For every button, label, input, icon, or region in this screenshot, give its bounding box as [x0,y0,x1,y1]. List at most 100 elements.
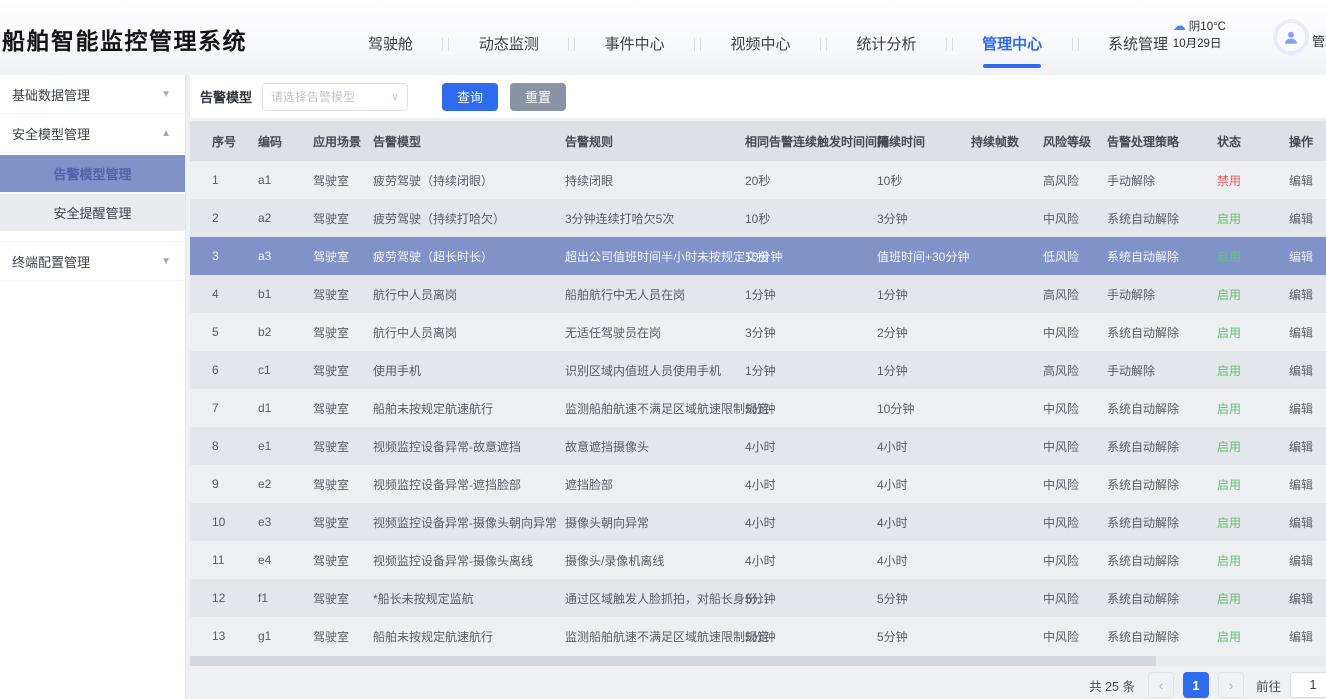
cell-action[interactable]: 编辑 [1289,552,1326,569]
cell-strategy: 系统自动解除 [1107,476,1217,493]
cell-risk: 中风险 [1043,400,1107,417]
table-row[interactable]: 6c1驾驶室使用手机识别区域内值班人员使用手机1分钟1分钟高风险手动解除启用编辑 [190,351,1326,389]
table-row[interactable]: 4b1驾驶室航行中人员离岗船舶航行中无人员在岗1分钟1分钟高风险手动解除启用编辑 [190,275,1326,313]
table-row[interactable]: 9e2驾驶室视频监控设备异常-遮挡脸部遮挡脸部4小时4小时中风险系统自动解除启用… [190,465,1326,503]
cell-action[interactable]: 编辑 [1289,400,1326,417]
chevron-down-icon: ▼ [161,89,171,100]
cell-action[interactable]: 编辑 [1289,590,1326,607]
cell-action[interactable]: 编辑 [1289,362,1326,379]
table-row[interactable]: 1a1驾驶室疲劳驾驶（持续闭眼）持续闭眼20秒10秒高风险手动解除禁用编辑 [190,161,1326,199]
prev-page-button[interactable]: ‹ [1148,672,1174,698]
cell-index: 7 [212,401,258,415]
cell-model: 船舶未按规定航速航行 [373,628,565,645]
cell-code: e3 [258,515,313,529]
sidebar-group-3[interactable]: 终端配置管理▼ [0,242,185,281]
cell-rule: 监测船舶航速不满足区域航速限制规定 [565,400,745,417]
select-placeholder: 请选择告警模型 [271,88,355,105]
cell-action[interactable]: 编辑 [1289,438,1326,455]
scrollbar-thumb[interactable] [190,656,1156,666]
cell-model: 使用手机 [373,362,565,379]
cell-action[interactable]: 编辑 [1289,476,1326,493]
page-1-button[interactable]: 1 [1183,672,1209,698]
main-content: 告警模型 请选择告警模型 ∨ 查询 重置 序号编码应用场景告警模型告警规则相同告… [190,75,1326,699]
cell-strategy: 系统自动解除 [1107,552,1217,569]
cell-interval: 5分钟 [745,590,877,607]
cell-action[interactable]: 编辑 [1289,286,1326,303]
cell-action[interactable]: 编辑 [1289,248,1326,265]
cell-action[interactable]: 编辑 [1289,210,1326,227]
nav-item-2[interactable]: 动态监测 [479,33,539,54]
cell-status: 启用 [1217,514,1289,531]
cell-code: e1 [258,439,313,453]
cell-code: e4 [258,553,313,567]
cell-risk: 高风险 [1043,286,1107,303]
nav-item-5[interactable]: 统计分析 [856,33,916,54]
table-row[interactable]: 3a3驾驶室疲劳驾驶（超长时长）超出公司值班时间半小时未按规定交接10分钟值班时… [190,237,1326,275]
cell-risk: 中风险 [1043,438,1107,455]
cell-strategy: 系统自动解除 [1107,590,1217,607]
cell-code: a3 [258,249,313,263]
nav-item-6[interactable]: 管理中心 [982,33,1042,54]
cell-strategy: 系统自动解除 [1107,514,1217,531]
nav-item-3[interactable]: 事件中心 [605,33,665,54]
sidebar-group-2[interactable]: 安全模型管理▲ [0,114,185,153]
table-row[interactable]: 13g1驾驶室船舶未按规定航速航行监测船舶航速不满足区域航速限制规定5分钟5分钟… [190,617,1326,655]
sidebar-item-2-2[interactable]: 安全提醒管理 [0,194,185,231]
cell-strategy: 系统自动解除 [1107,400,1217,417]
alarm-model-select[interactable]: 请选择告警模型 ∨ [262,83,408,111]
cell-index: 11 [212,553,258,567]
nav-separator-icon [442,38,449,51]
cell-code: e2 [258,477,313,491]
cell-status: 启用 [1217,476,1289,493]
sidebar-children: 告警模型管理安全提醒管理 [0,155,185,242]
pagination-bar: 共 25 条 ‹ 1 › 前往 [190,668,1326,699]
horizontal-scrollbar[interactable] [190,656,1326,666]
app-title: 船舶智能监控管理系统 [2,22,247,56]
search-button[interactable]: 查询 [442,83,498,111]
reset-button[interactable]: 重置 [510,83,566,111]
cell-rule: 无适任驾驶员在岗 [565,324,745,341]
cell-interval: 10分钟 [745,248,877,265]
table-row[interactable]: 7d1驾驶室船舶未按规定航速航行监测船舶航速不满足区域航速限制规定5分钟10分钟… [190,389,1326,427]
cell-scene: 驾驶室 [313,210,373,227]
cell-interval: 20秒 [745,172,877,189]
user-avatar[interactable] [1276,22,1306,52]
nav-item-1[interactable]: 驾驶舱 [368,33,413,54]
table-row[interactable]: 8e1驾驶室视频监控设备异常-故意遮挡故意遮挡摄像头4小时4小时中风险系统自动解… [190,427,1326,465]
cell-status: 启用 [1217,286,1289,303]
nav-item-4[interactable]: 视频中心 [730,33,790,54]
next-page-button[interactable]: › [1218,672,1244,698]
cell-model: 视频监控设备异常-摄像头离线 [373,552,565,569]
cell-rule: 超出公司值班时间半小时未按规定交接 [565,248,745,265]
cell-action[interactable]: 编辑 [1289,324,1326,341]
cell-duration: 10秒 [877,172,971,189]
cell-action[interactable]: 编辑 [1289,172,1326,189]
cell-duration: 2分钟 [877,324,971,341]
table-row[interactable]: 10e3驾驶室视频监控设备异常-摄像头朝向异常摄像头朝向异常4小时4小时中风险系… [190,503,1326,541]
user-name[interactable]: 管理员 [1312,31,1326,50]
nav-item-7[interactable]: 系统管理 [1108,33,1168,54]
cell-model: 疲劳驾驶（持续闭眼） [373,172,565,189]
cell-model: 航行中人员离岗 [373,324,565,341]
cell-rule: 遮挡脸部 [565,476,745,493]
cell-rule: 摄像头朝向异常 [565,514,745,531]
weather-widget: ☁阴10°C 10月29日 [1173,17,1226,53]
table-row[interactable]: 11e4驾驶室视频监控设备异常-摄像头离线摄像头/录像机离线4小时4小时中风险系… [190,541,1326,579]
goto-page-input[interactable] [1290,672,1326,698]
cell-scene: 驾驶室 [313,400,373,417]
cell-index: 10 [212,515,258,529]
cell-action[interactable]: 编辑 [1289,628,1326,645]
cell-duration: 4小时 [877,514,971,531]
table-row[interactable]: 2a2驾驶室疲劳驾驶（持续打哈欠）3分钟连续打哈欠5次10秒3分钟中风险系统自动… [190,199,1326,237]
cell-code: g1 [258,629,313,643]
sidebar-item-2-1[interactable]: 告警模型管理 [0,155,185,192]
table-row[interactable]: 5b2驾驶室航行中人员离岗无适任驾驶员在岗3分钟2分钟中风险系统自动解除启用编辑 [190,313,1326,351]
cell-index: 4 [212,287,258,301]
cell-action[interactable]: 编辑 [1289,514,1326,531]
sidebar-group-1[interactable]: 基础数据管理▼ [0,75,185,114]
cell-model: 视频监控设备异常-故意遮挡 [373,438,565,455]
cell-strategy: 手动解除 [1107,362,1217,379]
table-row[interactable]: 12f1驾驶室*船长未按规定监航通过区域触发人脸抓拍，对船长身份...5分钟5分… [190,579,1326,617]
col-header-index: 序号 [212,133,258,150]
cell-model: 船舶未按规定航速航行 [373,400,565,417]
